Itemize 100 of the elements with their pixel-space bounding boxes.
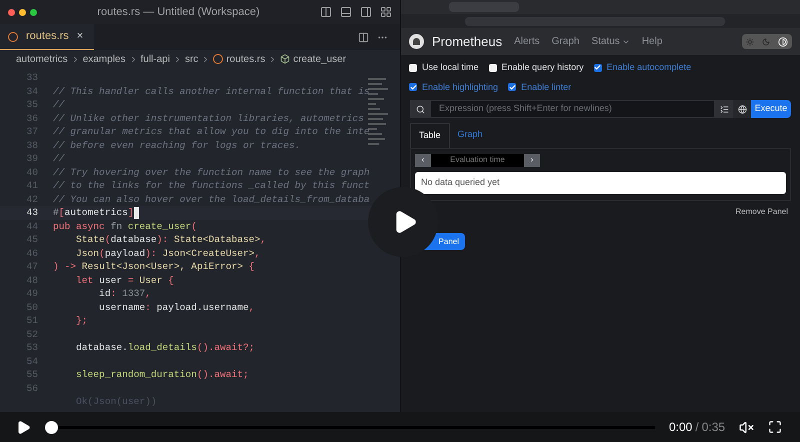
breadcrumb-item[interactable]: routes.rs (226, 52, 266, 66)
window-title: routes.rs — Untitled (Workspace) (96, 4, 261, 20)
progress-track[interactable] (45, 420, 655, 434)
line-number: 45 (25, 233, 38, 246)
checkbox[interactable] (508, 83, 516, 92)
line-number: 46 (25, 246, 38, 260)
split-editor-icon[interactable] (358, 32, 369, 42)
metrics-explorer-button[interactable] (715, 100, 733, 118)
check-icon (410, 84, 416, 91)
code-line: // before even reaching for logs or traces. (53, 138, 301, 152)
search-icon (416, 104, 424, 114)
code-line: Json(payload): Json<CreateUser>, (75, 246, 260, 260)
code-line: // Try hovering over the function name to see the graph (53, 166, 370, 179)
line-number: 38 (25, 138, 38, 152)
line-number: 40 (25, 166, 38, 179)
code-line: #[autometrics] (53, 206, 134, 220)
line-number: 34 (25, 84, 38, 98)
code-line: }; (75, 314, 88, 328)
line-number: 56 (25, 382, 38, 395)
line-number: 51 (25, 314, 38, 328)
nav-link[interactable]: Alerts (514, 34, 540, 49)
code-line: username: payload.username, (98, 300, 255, 314)
mute-icon[interactable] (739, 420, 754, 434)
line-number: 42 (25, 192, 38, 206)
evaluation-time-field[interactable]: Evaluation time (431, 154, 524, 166)
sidebar-icon[interactable] (360, 6, 372, 18)
code-line: id: 1337, (98, 287, 151, 300)
minimap (368, 78, 388, 145)
globe-icon (738, 104, 746, 114)
breadcrumb-item[interactable]: examples (82, 52, 126, 66)
prometheus-logo-icon (409, 34, 424, 49)
layout-icon[interactable] (320, 6, 332, 18)
checkbox-label: Enable linter (521, 80, 572, 94)
tab-label: routes.rs (26, 29, 69, 44)
line-number: 49 (25, 287, 38, 300)
breadcrumb-item[interactable]: src (184, 52, 198, 66)
code-line: // You can also hover over the load_details_from_databa (53, 192, 370, 206)
line-number: 44 (25, 220, 38, 233)
code-line: ) -> Result<Json<User>, ApiError> { (53, 260, 255, 274)
close-tab-button[interactable]: × (76, 28, 84, 45)
code-line: pub async fn create_user( (53, 220, 197, 233)
line-number: 55 (25, 368, 38, 382)
cube-icon (280, 54, 290, 64)
line-number: 43 (25, 206, 38, 220)
code-line: State(database): State<Database>, (75, 233, 266, 246)
line-number: 50 (25, 300, 38, 314)
time-separator: / (695, 419, 699, 436)
grid-icon[interactable] (380, 6, 392, 18)
panel-tab[interactable]: Graph (450, 123, 491, 148)
checkbox[interactable] (409, 64, 417, 72)
line-number: 36 (25, 112, 38, 125)
checkbox[interactable] (594, 64, 602, 72)
code-line: // to the links for the functions _called by this funct (53, 179, 370, 192)
globe-button[interactable] (733, 100, 751, 118)
line-number: 35 (25, 98, 38, 112)
checkbox[interactable] (488, 64, 497, 72)
checkbox[interactable] (409, 83, 417, 92)
nav-link[interactable]: Graph (552, 34, 580, 49)
code-line: // (53, 98, 65, 112)
breadcrumb-item[interactable]: create_user (293, 52, 346, 66)
line-number: 52 (25, 328, 38, 341)
next-button[interactable]: › (524, 154, 540, 166)
code-line: // (53, 152, 65, 166)
line-number: 53 (25, 341, 38, 354)
line-number: 54 (25, 354, 38, 368)
line-number: 41 (25, 179, 38, 192)
code-line: sleep_random_duration().await; (75, 368, 249, 382)
breadcrumb-item[interactable]: autometrics (16, 52, 68, 66)
empty-message: No data queried yet (421, 176, 500, 189)
remove-panel-link[interactable]: Remove Panel (736, 206, 788, 218)
code-line: // This handler calls another internal function that is (53, 84, 370, 98)
breadcrumb-item[interactable]: full-api (140, 52, 170, 66)
panel-icon[interactable] (340, 6, 352, 18)
nav-link[interactable]: Status (591, 34, 620, 49)
contrast-icon[interactable] (778, 36, 788, 46)
check-icon (508, 84, 516, 91)
panel-tab[interactable]: Table (410, 123, 450, 148)
code-line: database.load_details().await?; (75, 341, 255, 354)
line-number: 33 (25, 71, 38, 84)
theme-switcher[interactable] (742, 34, 792, 49)
previous-button[interactable]: ‹ (415, 154, 431, 166)
duration: 0:35 (702, 419, 726, 436)
expression-field[interactable]: Expression (press Shift+Enter for newlines) (430, 100, 715, 118)
code-line: // granular metrics that allow you to dig into the inte (53, 125, 370, 138)
editor-tab[interactable]: routes.rs × (0, 24, 94, 50)
brand-name[interactable]: Prometheus (432, 32, 502, 52)
line-number: 37 (25, 125, 38, 138)
checkbox-label: Enable query history (502, 61, 584, 74)
execute-button[interactable]: Execute (751, 100, 791, 118)
checkbox-label: Use local time (422, 61, 479, 74)
fullscreen-icon[interactable] (768, 420, 782, 434)
list-icon (720, 104, 728, 114)
line-number: 39 (25, 152, 38, 166)
line-number: 47 (25, 260, 38, 274)
progress-thumb[interactable] (45, 420, 58, 434)
checkbox-label: Enable highlighting (422, 80, 498, 94)
play-icon[interactable] (16, 420, 31, 434)
code-line: // Unlike other instrumentation libraries, autometrics (53, 112, 364, 125)
check-icon (594, 64, 602, 72)
nav-link[interactable]: Help (642, 34, 662, 49)
